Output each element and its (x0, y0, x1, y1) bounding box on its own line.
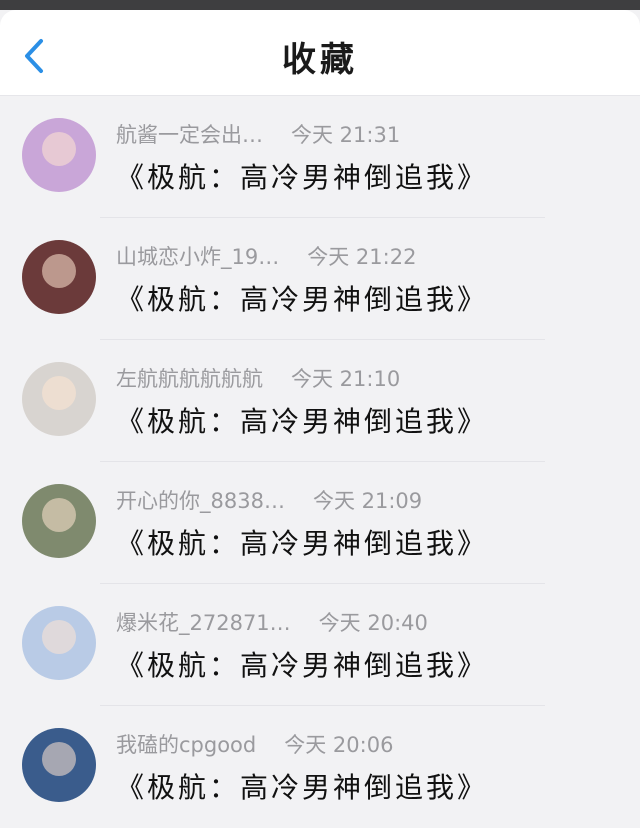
item-meta: 我磕的cpgood 今天 20:06 (116, 730, 393, 760)
nav-header: 收藏 (0, 10, 640, 96)
list-item[interactable]: 爆米花_272871… 今天 20:40 《极航：高冷男神倒追我》 (0, 584, 640, 706)
favorites-list: 航酱一定会出… 今天 21:31 《极航：高冷男神倒追我》 山城恋小炸_19… 今天… (0, 96, 640, 828)
timestamp: 今天 21:31 (291, 123, 401, 147)
sender-name: 爆米花_272871… (116, 611, 291, 635)
item-meta: 航酱一定会出… 今天 21:31 (116, 120, 400, 150)
message-text: 《极航：高冷男神倒追我》 (116, 161, 489, 194)
timestamp: 今天 21:22 (307, 245, 417, 269)
timestamp: 今天 21:09 (312, 489, 423, 513)
list-item[interactable]: 山城恋小炸_19… 今天 21:22 《极航：高冷男神倒追我》 (0, 218, 640, 340)
sender-name: 开心的你_8838… (116, 489, 285, 513)
avatar[interactable] (22, 118, 96, 192)
list-item[interactable]: 我磕的cpgood 今天 20:06 《极航：高冷男神倒追我》 (0, 706, 640, 828)
sender-name: 航酱一定会出… (116, 123, 263, 147)
message-text: 《极航：高冷男神倒追我》 (116, 283, 489, 316)
status-bar (0, 0, 640, 10)
sender-name: 我磕的cpgood (116, 733, 257, 757)
item-meta: 左航航航航航航 今天 21:10 (116, 364, 400, 394)
item-meta: 开心的你_8838… 今天 21:09 (116, 486, 422, 516)
list-item[interactable]: 开心的你_8838… 今天 21:09 《极航：高冷男神倒追我》 (0, 462, 640, 584)
message-text: 《极航：高冷男神倒追我》 (116, 405, 489, 438)
sender-name: 左航航航航航航 (116, 367, 263, 391)
message-text: 《极航：高冷男神倒追我》 (116, 527, 489, 560)
item-meta: 爆米花_272871… 今天 20:40 (116, 608, 428, 638)
list-item[interactable]: 航酱一定会出… 今天 21:31 《极航：高冷男神倒追我》 (0, 96, 640, 218)
message-text: 《极航：高冷男神倒追我》 (116, 649, 489, 682)
timestamp: 今天 20:06 (284, 733, 394, 757)
page-title: 收藏 (282, 40, 358, 80)
message-text: 《极航：高冷男神倒追我》 (116, 771, 489, 804)
sender-name: 山城恋小炸_19… (116, 245, 280, 269)
list-item[interactable]: 左航航航航航航 今天 21:10 《极航：高冷男神倒追我》 (0, 340, 640, 462)
avatar[interactable] (22, 240, 96, 314)
item-meta: 山城恋小炸_19… 今天 21:22 (116, 242, 416, 272)
timestamp: 今天 20:40 (318, 611, 428, 635)
avatar[interactable] (22, 484, 96, 558)
avatar[interactable] (22, 606, 96, 680)
timestamp: 今天 21:10 (291, 367, 401, 391)
avatar[interactable] (22, 362, 96, 436)
avatar[interactable] (22, 728, 96, 802)
